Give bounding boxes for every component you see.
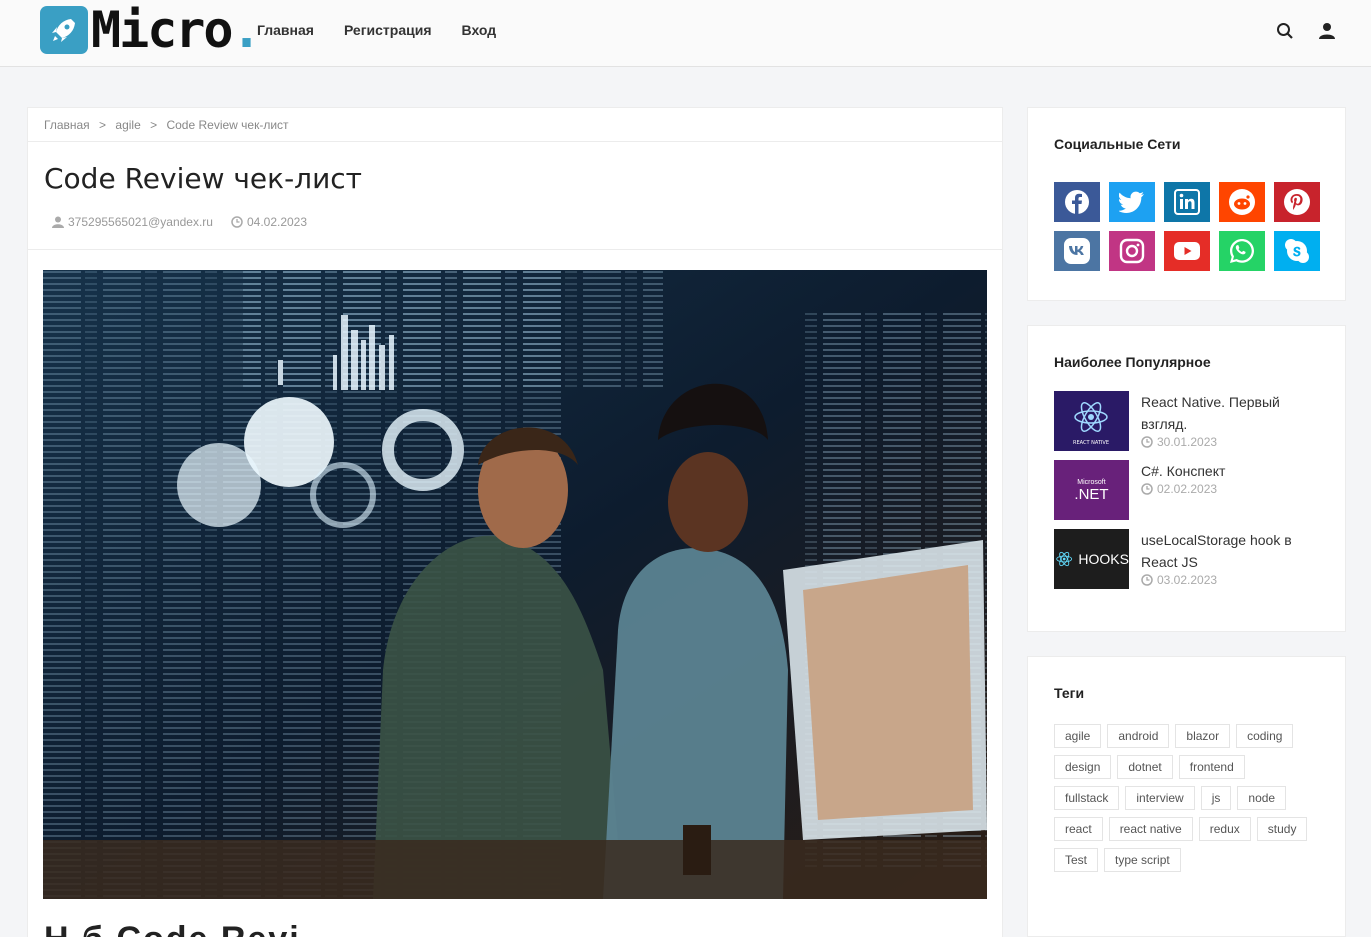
popular-item-title[interactable]: useLocalStorage hook в React JS [1141, 529, 1319, 573]
tag-node[interactable]: node [1237, 786, 1287, 810]
logo[interactable]: Micro. [40, 1, 262, 59]
clock-icon [1141, 483, 1153, 495]
tags-title: Теги [1054, 685, 1085, 701]
list-item[interactable]: HOOKS useLocalStorage hook в React JS 03… [1054, 529, 1319, 589]
tag-js[interactable]: js [1200, 786, 1232, 810]
logo-text: Micro. [91, 1, 262, 59]
popular-item-date: 30.01.2023 [1141, 435, 1319, 449]
clock-icon [231, 216, 243, 228]
breadcrumb: Главная > agile > Code Review чек-лист [28, 108, 1002, 142]
tag-test[interactable]: Test [1054, 848, 1099, 872]
vk-icon[interactable] [1054, 231, 1100, 271]
pinterest-icon[interactable] [1274, 182, 1320, 222]
breadcrumb-current: Code Review чек-лист [166, 118, 289, 132]
skype-icon[interactable] [1274, 231, 1320, 271]
breadcrumb-separator: > [150, 118, 158, 132]
header: Micro. Главная Регистрация Вход [0, 0, 1371, 67]
nav-login[interactable]: Вход [462, 22, 497, 38]
article-hero-image [43, 270, 987, 899]
breadcrumb-home[interactable]: Главная [44, 118, 90, 132]
divider [28, 249, 1002, 250]
hooks-thumbnail[interactable]: HOOKS [1054, 529, 1129, 589]
user-icon[interactable] [1318, 22, 1338, 42]
youtube-icon[interactable] [1164, 231, 1210, 271]
popular-widget: Наиболее Популярное REACT NATIVE React N… [1027, 325, 1346, 632]
article-meta: 375295565021@yandex.ru 04.02.2023 [52, 215, 307, 229]
nav-home[interactable]: Главная [257, 22, 314, 38]
tag-android[interactable]: android [1107, 724, 1170, 748]
tag-type-script[interactable]: type script [1104, 848, 1181, 872]
popular-item-date: 02.02.2023 [1141, 482, 1225, 496]
tag-design[interactable]: design [1054, 755, 1112, 779]
social-widget: Социальные Сети [1027, 107, 1346, 301]
date-text: 04.02.2023 [246, 215, 308, 229]
user-icon [52, 216, 64, 228]
tag-cloud: agile android blazor coding design dotne… [1054, 724, 1314, 872]
twitter-icon[interactable] [1109, 182, 1155, 222]
author-email[interactable]: 375295565021@yandex.ru [68, 215, 213, 229]
tag-react[interactable]: react [1054, 817, 1103, 841]
popular-list: REACT NATIVE React Native. Первый взгляд… [1054, 391, 1319, 589]
tag-redux[interactable]: redux [1198, 817, 1251, 841]
thumb-label: REACT NATIVE [1073, 440, 1109, 446]
list-item[interactable]: REACT NATIVE React Native. Первый взгляд… [1054, 391, 1319, 451]
tag-agile[interactable]: agile [1054, 724, 1102, 748]
main-nav: Главная Регистрация Вход [257, 22, 496, 38]
facebook-icon[interactable] [1054, 182, 1100, 222]
popular-item-title[interactable]: React Native. Первый взгляд. [1141, 391, 1319, 435]
thumb-label: .NET [1074, 485, 1109, 503]
popular-title: Наиболее Популярное [1054, 354, 1211, 370]
tag-study[interactable]: study [1256, 817, 1308, 841]
search-icon[interactable] [1276, 22, 1296, 42]
popular-item-title[interactable]: C#. Конспект [1141, 460, 1225, 482]
tag-blazor[interactable]: blazor [1175, 724, 1231, 748]
article-title: Code Review чек-лист [44, 162, 362, 195]
tag-frontend[interactable]: frontend [1178, 755, 1245, 779]
social-title: Социальные Сети [1054, 136, 1181, 152]
nav-register[interactable]: Регистрация [344, 22, 432, 38]
linkedin-icon[interactable] [1164, 182, 1210, 222]
tag-interview[interactable]: interview [1125, 786, 1195, 810]
dotnet-thumbnail[interactable]: Microsoft .NET [1054, 460, 1129, 520]
reddit-icon[interactable] [1219, 182, 1265, 222]
tag-coding[interactable]: coding [1236, 724, 1294, 748]
rocket-icon [40, 6, 88, 54]
instagram-icon[interactable] [1109, 231, 1155, 271]
tag-fullstack[interactable]: fullstack [1054, 786, 1120, 810]
clock-icon [1141, 436, 1153, 448]
popular-item-date: 03.02.2023 [1141, 573, 1319, 587]
publish-date: 04.02.2023 [231, 215, 307, 229]
whatsapp-icon[interactable] [1219, 231, 1265, 271]
social-grid [1054, 182, 1320, 271]
breadcrumb-category[interactable]: agile [115, 118, 140, 132]
clock-icon [1141, 574, 1153, 586]
list-item[interactable]: Microsoft .NET C#. Конспект 02.02.2023 [1054, 460, 1319, 520]
thumb-label: HOOKS [1078, 551, 1129, 567]
next-section-heading: Н б Code Revi [44, 920, 301, 937]
article-card: Главная > agile > Code Review чек-лист C… [27, 107, 1003, 937]
tag-dotnet[interactable]: dotnet [1117, 755, 1173, 779]
author: 375295565021@yandex.ru [52, 215, 213, 229]
react-native-thumbnail[interactable]: REACT NATIVE [1054, 391, 1129, 451]
tag-react-native[interactable]: react native [1108, 817, 1193, 841]
tags-widget: Теги agile android blazor coding design … [1027, 656, 1346, 937]
breadcrumb-separator: > [99, 118, 107, 132]
